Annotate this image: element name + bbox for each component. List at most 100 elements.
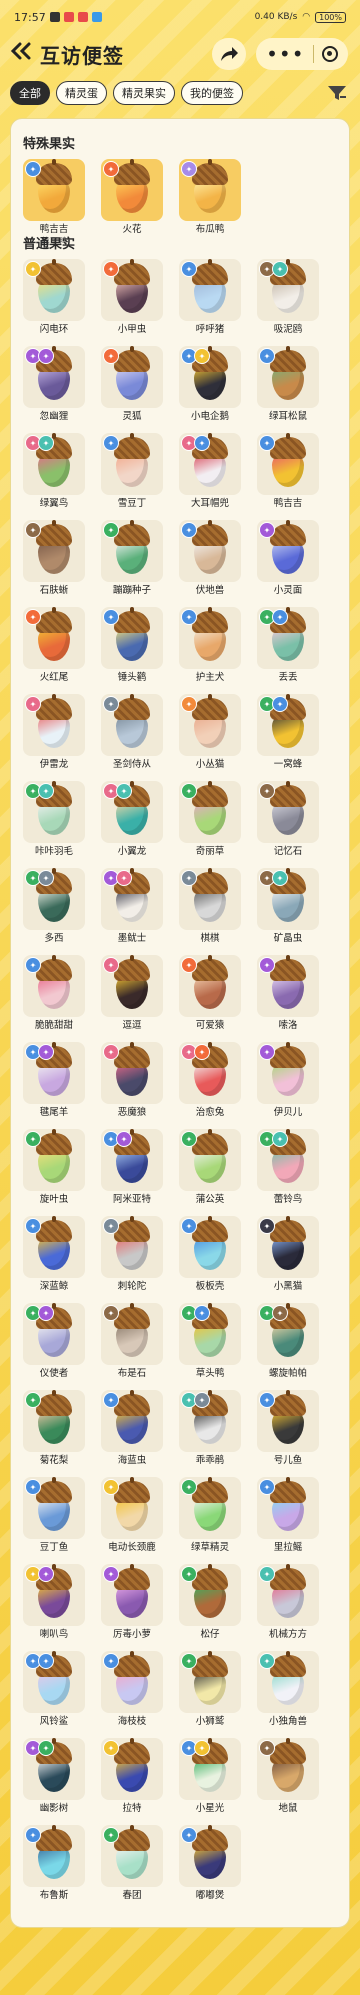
- fruit-item[interactable]: ✦ 火花: [101, 159, 163, 248]
- fruit-item[interactable]: ✦ 呼呼猪: [179, 259, 241, 336]
- fruit-item[interactable]: ✦ 厉毒小萝: [101, 1564, 163, 1641]
- fruit-item[interactable]: ✦ 布鲁斯: [23, 1825, 85, 1902]
- fruit-item[interactable]: ✦ 小甲虫: [101, 259, 163, 336]
- fruit-card[interactable]: ✦: [257, 1477, 319, 1539]
- fruit-item[interactable]: ✦ ✦ 绿翼鸟: [23, 433, 85, 510]
- fruit-card[interactable]: ✦: [257, 1042, 319, 1104]
- fruit-card[interactable]: ✦: [257, 1651, 319, 1713]
- tab-spirit-fruit[interactable]: 精灵果实: [113, 81, 175, 105]
- fruit-card[interactable]: ✦: [101, 1216, 163, 1278]
- tab-my-notes[interactable]: 我的便签: [181, 81, 243, 105]
- fruit-item[interactable]: ✦ 小灵面: [257, 520, 319, 597]
- fruit-card[interactable]: ✦ ✦: [257, 1129, 319, 1191]
- fruit-card[interactable]: ✦: [101, 1651, 163, 1713]
- fruit-card[interactable]: ✦: [179, 781, 241, 843]
- fruit-item[interactable]: ✦ 蒲公英: [179, 1129, 241, 1206]
- fruit-item[interactable]: ✦ 里拉鳐: [257, 1477, 319, 1554]
- fruit-item[interactable]: ✦ 火红尾: [23, 607, 85, 684]
- fruit-item[interactable]: ✦ 蹦蹦种子: [101, 520, 163, 597]
- fruit-item[interactable]: ✦ ✦ 小电企鹅: [179, 346, 241, 423]
- fruit-item[interactable]: ✦ 菊花梨: [23, 1390, 85, 1467]
- fruit-card[interactable]: ✦: [179, 1129, 241, 1191]
- fruit-card[interactable]: ✦ ✦: [101, 1129, 163, 1191]
- fruit-item[interactable]: ✦ ✦ 一窝蜂: [257, 694, 319, 771]
- fruit-card[interactable]: ✦: [257, 1390, 319, 1452]
- fruit-card[interactable]: ✦: [23, 1216, 85, 1278]
- fruit-card[interactable]: ✦ ✦: [101, 781, 163, 843]
- fruit-item[interactable]: ✦ 豆丁鱼: [23, 1477, 85, 1554]
- fruit-item[interactable]: ✦ 嘟嘟煲: [179, 1825, 241, 1902]
- fruit-item[interactable]: ✦ ✦ 墨鱿士: [101, 868, 163, 945]
- fruit-item[interactable]: ✦ 圣剑侍从: [101, 694, 163, 771]
- fruit-card[interactable]: ✦: [179, 1216, 241, 1278]
- fruit-card[interactable]: ✦: [23, 694, 85, 756]
- fruit-card[interactable]: ✦: [179, 159, 241, 221]
- fruit-card[interactable]: ✦: [101, 607, 163, 669]
- fruit-card[interactable]: ✦: [101, 520, 163, 582]
- fruit-item[interactable]: ✦ 伊雷龙: [23, 694, 85, 771]
- fruit-item[interactable]: ✦ ✦ 大耳帽兜: [179, 433, 241, 510]
- fruit-card[interactable]: ✦: [101, 159, 163, 221]
- fruit-card[interactable]: ✦ ✦: [257, 1303, 319, 1365]
- fruit-item[interactable]: ✦ ✦ 幽影树: [23, 1738, 85, 1815]
- fruit-card[interactable]: ✦: [23, 520, 85, 582]
- fruit-card[interactable]: ✦: [257, 781, 319, 843]
- fruit-card[interactable]: ✦ ✦: [23, 781, 85, 843]
- fruit-item[interactable]: ✦ 鸭吉吉: [257, 433, 319, 510]
- fruit-card[interactable]: ✦: [179, 1651, 241, 1713]
- fruit-item[interactable]: ✦ ✦ 阿米亚特: [101, 1129, 163, 1206]
- fruit-card[interactable]: ✦: [101, 1564, 163, 1626]
- fruit-item[interactable]: ✦ 绿草精灵: [179, 1477, 241, 1554]
- fruit-item[interactable]: ✦ ✦ 毽尾羊: [23, 1042, 85, 1119]
- fruit-card[interactable]: ✦ ✦: [101, 868, 163, 930]
- fruit-card[interactable]: ✦ ✦: [179, 1390, 241, 1452]
- fruit-item[interactable]: ✦ ✦ 乖乖鹃: [179, 1390, 241, 1467]
- fruit-item[interactable]: ✦ 小独角兽: [257, 1651, 319, 1728]
- fruit-card[interactable]: ✦: [23, 607, 85, 669]
- fruit-item[interactable]: ✦ 小狮鹫: [179, 1651, 241, 1728]
- fruit-card[interactable]: ✦ ✦: [23, 346, 85, 408]
- fruit-card[interactable]: ✦: [23, 1477, 85, 1539]
- fruit-card[interactable]: ✦: [101, 346, 163, 408]
- fruit-item[interactable]: ✦ ✦ 吸泥鸥: [257, 259, 319, 336]
- fruit-card[interactable]: ✦ ✦: [23, 433, 85, 495]
- fruit-item[interactable]: ✦ 深蓝鲸: [23, 1216, 85, 1293]
- fruit-item[interactable]: ✦ 记忆石: [257, 781, 319, 858]
- fruit-card[interactable]: ✦ ✦: [257, 259, 319, 321]
- fruit-card[interactable]: ✦: [101, 259, 163, 321]
- more-menu-button[interactable]: •••: [266, 44, 304, 64]
- fruit-card[interactable]: ✦ ✦: [179, 1303, 241, 1365]
- fruit-item[interactable]: ✦ 可爱猿: [179, 955, 241, 1032]
- fruit-card[interactable]: ✦ ✦: [23, 1303, 85, 1365]
- fruit-card[interactable]: ✦: [101, 1477, 163, 1539]
- fruit-item[interactable]: ✦ 地鼠: [257, 1738, 319, 1815]
- fruit-card[interactable]: ✦: [179, 259, 241, 321]
- fruit-item[interactable]: ✦ 闪电环: [23, 259, 85, 336]
- fruit-card[interactable]: ✦ ✦: [23, 1564, 85, 1626]
- fruit-item[interactable]: ✦ 奇丽草: [179, 781, 241, 858]
- tab-all[interactable]: 全部: [10, 81, 50, 105]
- fruit-item[interactable]: ✦ 棋棋: [179, 868, 241, 945]
- fruit-item[interactable]: ✦ ✦ 小翼龙: [101, 781, 163, 858]
- fruit-card[interactable]: ✦: [179, 1477, 241, 1539]
- fruit-card[interactable]: ✦: [23, 1390, 85, 1452]
- fruit-card[interactable]: ✦: [23, 1129, 85, 1191]
- fruit-card[interactable]: ✦: [257, 520, 319, 582]
- fruit-item[interactable]: ✦ ✦ 螺旋帕帕: [257, 1303, 319, 1380]
- fruit-card[interactable]: ✦: [179, 694, 241, 756]
- fruit-card[interactable]: ✦: [23, 159, 85, 221]
- fruit-item[interactable]: ✦ 旋叶虫: [23, 1129, 85, 1206]
- fruit-card[interactable]: ✦ ✦: [257, 868, 319, 930]
- fruit-item[interactable]: ✦ 布是石: [101, 1303, 163, 1380]
- fruit-item[interactable]: ✦ ✦ 风铃鲨: [23, 1651, 85, 1728]
- fruit-card[interactable]: ✦: [179, 520, 241, 582]
- fruit-item[interactable]: ✦ 嗦洛: [257, 955, 319, 1032]
- back-button[interactable]: [10, 41, 36, 67]
- fruit-card[interactable]: ✦: [179, 1825, 241, 1887]
- fruit-item[interactable]: ✦ ✦ 草头鸭: [179, 1303, 241, 1380]
- fruit-item[interactable]: ✦ 松仔: [179, 1564, 241, 1641]
- fruit-item[interactable]: ✦ 灵狐: [101, 346, 163, 423]
- fruit-item[interactable]: ✦ 锤头鹳: [101, 607, 163, 684]
- fruit-item[interactable]: ✦ 电动长颈鹿: [101, 1477, 163, 1554]
- fruit-item[interactable]: ✦ 护主犬: [179, 607, 241, 684]
